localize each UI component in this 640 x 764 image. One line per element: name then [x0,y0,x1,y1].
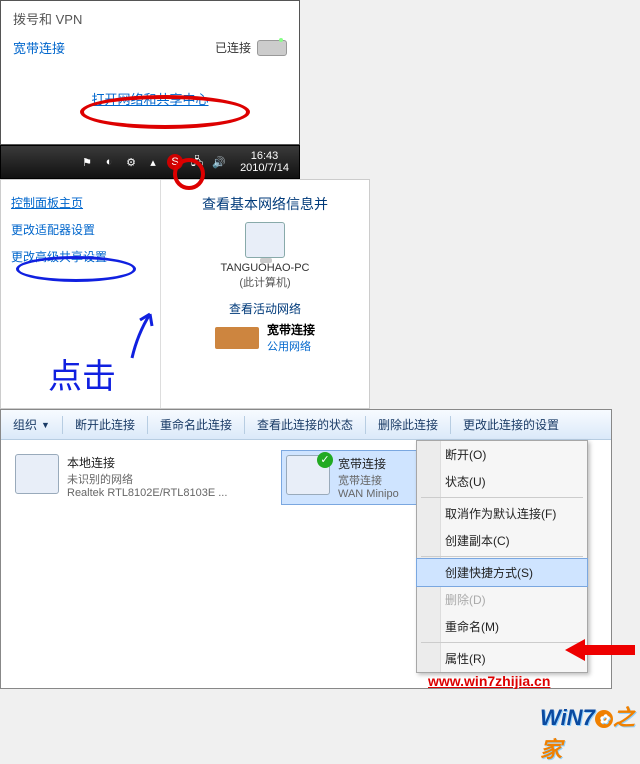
network-adapter-icon: ✓ [286,455,330,495]
modem-icon [257,40,287,56]
network-center-sidebar: 控制面板主页 更改适配器设置 更改高级共享设置 [1,180,161,408]
broadband-name: 宽带连接 [267,321,315,338]
computer-sub: (此计算机) [167,274,363,290]
network-connections-window: 组织▼ 断开此连接 重命名此连接 查看此连接的状态 删除此连接 更改此连接的设置… [0,409,612,689]
connection-sub1: 未识别的网络 [67,471,227,487]
network-adapter-icon [15,454,59,494]
toolbar-settings[interactable]: 更改此连接的设置 [451,410,571,439]
tray-gear-icon[interactable]: ⚙ [123,154,139,170]
tray-connection-row[interactable]: 宽带连接 已连接 [1,32,299,63]
annotation-hand-oval [16,256,136,282]
change-adapter-link[interactable]: 更改适配器设置 [11,221,150,238]
ctx-delete[interactable]: 删除(D) [417,586,587,613]
tray-chevron-icon[interactable]: ▴ [145,154,161,170]
taskbar: ⚑ ◐ ⚙ ▴ S 🖧 🔊 16:43 2010/7/14 [0,145,300,179]
tray-connection-status: 已连接 [215,39,287,56]
context-menu: 断开(O) 状态(U) 取消作为默认连接(F) 创建副本(C) 创建快捷方式(S… [416,440,588,673]
annotation-oval-network-icon [173,158,205,190]
toolbar-delete[interactable]: 删除此连接 [366,410,450,439]
check-icon: ✓ [317,452,333,468]
public-network-link[interactable]: 公用网络 [267,341,311,353]
toolbar-status[interactable]: 查看此连接的状态 [245,410,365,439]
ctx-rename[interactable]: 重命名(M) [417,613,587,640]
ctx-disconnect[interactable]: 断开(O) [417,441,587,468]
computer-icon [245,222,285,258]
tray-connection-name: 宽带连接 [13,38,65,57]
tray-flag-icon[interactable]: ⚑ [79,154,95,170]
control-panel-home-link[interactable]: 控制面板主页 [11,194,150,211]
ctx-copy[interactable]: 创建副本(C) [417,527,587,554]
connections-toolbar: 组织▼ 断开此连接 重命名此连接 查看此连接的状态 删除此连接 更改此连接的设置 [1,410,611,440]
bench-icon [215,327,259,349]
toolbar-disconnect[interactable]: 断开此连接 [63,410,147,439]
connection-title: 宽带连接 [338,455,399,472]
toolbar-rename[interactable]: 重命名此连接 [148,410,244,439]
tray-section-title: 拨号和 VPN [1,1,299,32]
ctx-create-shortcut[interactable]: 创建快捷方式(S) [416,558,588,587]
active-network-heading: 查看活动网络 [167,300,363,317]
network-center-panel: 控制面板主页 更改适配器设置 更改高级共享设置 查看基本网络信息并 TANGUO… [0,179,370,409]
ctx-properties[interactable]: 属性(R) [417,645,587,672]
connection-item-local[interactable]: 本地连接 未识别的网络 Realtek RTL8102E/RTL8103E ..… [11,450,261,505]
connection-sub2: Realtek RTL8102E/RTL8103E ... [67,487,227,499]
tray-shield-icon[interactable]: ◐ [101,154,117,170]
watermark-brand: WiN7✿之家 [540,700,640,764]
connection-title: 本地连接 [67,454,227,471]
annotation-oval-link [80,95,250,129]
ctx-status[interactable]: 状态(U) [417,468,587,495]
network-center-main: 查看基本网络信息并 TANGUOHAO-PC (此计算机) 查看活动网络 宽带连… [161,180,369,408]
connection-sub2: WAN Minipo [338,488,399,500]
taskbar-date: 2010/7/14 [240,162,289,174]
taskbar-clock[interactable]: 16:43 2010/7/14 [230,150,299,174]
chevron-down-icon: ▼ [41,420,50,430]
taskbar-time: 16:43 [240,150,289,162]
connection-sub1: 宽带连接 [338,472,399,488]
watermark-url: www.win7zhijia.cn [428,673,550,689]
toolbar-organize[interactable]: 组织▼ [1,410,62,439]
tray-volume-icon[interactable]: 🔊 [211,154,227,170]
computer-name: TANGUOHAO-PC [167,262,363,274]
network-center-heading: 查看基本网络信息并 [167,194,363,214]
ctx-cancel-default[interactable]: 取消作为默认连接(F) [417,500,587,527]
status-label: 已连接 [215,39,251,56]
